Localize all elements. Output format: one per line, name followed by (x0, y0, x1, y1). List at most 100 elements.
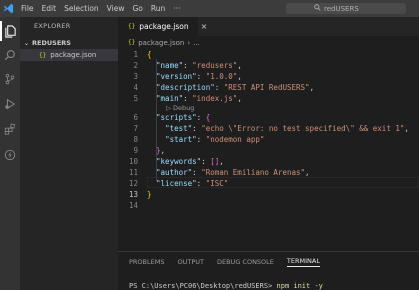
json-value: "nodemon app" (205, 135, 265, 144)
line-number: 3 (133, 72, 138, 81)
code-line: 7 "test": "echo \"Error: no test specifi… (118, 123, 419, 134)
close-icon[interactable]: × (201, 22, 208, 31)
json-file-icon: {} (128, 39, 136, 46)
json-value: "redusers" (192, 61, 238, 70)
tab-problems[interactable]: PROBLEMS (129, 258, 164, 266)
json-key: "name" (156, 61, 184, 70)
folder-label: REDUSERS (32, 39, 71, 47)
code-line: 11 "author": "Roman Emiliano Arenas", (118, 167, 419, 178)
menu-more[interactable]: ··· (169, 4, 184, 13)
editor-tabs: {} package.json × (118, 17, 419, 36)
json-key: "version" (156, 72, 197, 81)
terminal-line[interactable]: PS C:\Users\PC06\Desktop\redUSERS> npm i… (129, 282, 323, 290)
menu-view[interactable]: View (103, 4, 129, 13)
brace-open: { (147, 50, 152, 59)
menu-edit[interactable]: Edit (38, 4, 61, 13)
code-line: 4 "description": "REST API RedUSERS", (118, 82, 419, 93)
menu-go[interactable]: Go (128, 4, 146, 13)
line-number: 12 (128, 179, 138, 188)
file-label: package.json (50, 51, 97, 59)
code-line: 10 "keywords": [], (118, 156, 419, 167)
explorer-header: EXPLORER (34, 22, 71, 30)
code-editor[interactable]: 1 { 2 "name": "redusers", 3 "version": "… (118, 49, 419, 249)
explorer-icon[interactable] (0, 21, 17, 41)
breadcrumb: {} package.json › ... (118, 37, 200, 48)
file-package-json[interactable]: {} package.json (20, 49, 118, 61)
json-file-icon: {} (128, 23, 136, 30)
line-number: 10 (128, 157, 138, 166)
json-value: "1.0.0" (205, 72, 238, 81)
line-number: 2 (133, 61, 138, 70)
codelens-label: Debug (173, 104, 195, 112)
code-line: 9 }, (118, 145, 419, 156)
json-value: "ISC" (205, 179, 229, 188)
line-number: 8 (133, 135, 138, 144)
run-debug-icon[interactable] (3, 97, 17, 111)
activity-bar (0, 17, 20, 290)
line-number: 6 (133, 113, 138, 122)
json-key: "keywords" (156, 157, 202, 166)
menu-run[interactable]: Run (147, 4, 169, 13)
brace-close: } (147, 190, 152, 199)
code-line: 12 "license": "ISC" (118, 178, 419, 189)
search-text: redUSERS (324, 4, 359, 13)
extensions-icon[interactable] (3, 122, 17, 136)
tab-debug-console[interactable]: DEBUG CONSOLE (217, 258, 274, 266)
code-line: 2 "name": "redusers", (118, 60, 419, 71)
menu-selection[interactable]: Selection (60, 4, 103, 13)
code-line: 8 "start": "nodemon app" (118, 134, 419, 145)
bracket: [] (210, 157, 220, 166)
line-number: 1 (133, 50, 138, 59)
search-icon (314, 4, 321, 13)
explorer-sidebar: EXPLORER ⌄ REDUSERS {} package.json (20, 17, 118, 290)
search-icon[interactable] (3, 48, 17, 62)
line-number: 9 (133, 146, 138, 155)
tab-terminal[interactable]: TERMINAL (286, 257, 320, 267)
breadcrumb-file[interactable]: package.json (138, 39, 184, 47)
json-value: "index.js" (192, 94, 238, 103)
breadcrumb-separator: › (187, 38, 191, 47)
code-line: 14 (118, 200, 419, 211)
line-number: 4 (133, 83, 138, 92)
json-key: "main" (156, 94, 184, 103)
line-number: 5 (133, 94, 138, 103)
code-line: 3 "version": "1.0.0", (118, 71, 419, 82)
json-key: "test" (165, 124, 193, 133)
tab-output[interactable]: OUTPUT (177, 258, 204, 266)
line-number: 14 (128, 201, 138, 210)
tab-label: package.json (139, 22, 189, 31)
menu-file[interactable]: File (17, 4, 38, 13)
json-key: "license" (156, 179, 197, 188)
json-value: "echo \"Error: no test specified\" && ex… (201, 124, 405, 133)
bottom-panel: PROBLEMS OUTPUT DEBUG CONSOLE TERMINAL P… (118, 251, 419, 290)
json-value: "Roman Emiliano Arenas" (201, 168, 306, 177)
json-key: "scripts" (156, 113, 197, 122)
thunder-client-icon[interactable] (3, 148, 17, 162)
terminal-prompt: PS C:\Users\PC06\Desktop\redUSERS> (129, 282, 277, 290)
tab-package-json[interactable]: {} package.json × (118, 17, 207, 36)
command-center-search[interactable]: redUSERS (286, 3, 406, 14)
panel-tabs: PROBLEMS OUTPUT DEBUG CONSOLE TERMINAL (118, 252, 419, 272)
terminal-command: npm init -y (276, 282, 323, 290)
vscode-logo-icon (0, 0, 17, 17)
code-line: 13 } (118, 189, 419, 200)
debug-play-icon: ▷ (166, 104, 171, 112)
menu-bar: File Edit Selection View Go Run ··· (17, 4, 184, 13)
json-value: "REST API RedUSERS" (223, 83, 310, 92)
json-key: "start" (165, 135, 197, 144)
title-bar: File Edit Selection View Go Run ··· redU… (0, 0, 419, 17)
breadcrumb-node[interactable]: ... (193, 39, 200, 47)
code-line: 6 "scripts": { (118, 112, 419, 123)
chevron-down-icon: ⌄ (24, 39, 30, 47)
json-key: "description" (156, 83, 215, 92)
code-line: 5 "main": "index.js", (118, 93, 419, 104)
debug-codelens[interactable]: ▷ Debug (166, 104, 194, 112)
line-number: 11 (128, 168, 138, 177)
code-line: 1 { (118, 49, 419, 60)
line-number: 7 (133, 124, 138, 133)
json-key: "author" (156, 168, 193, 177)
source-control-icon[interactable] (3, 72, 17, 86)
line-number: 13 (128, 190, 138, 199)
folder-redusers[interactable]: ⌄ REDUSERS (20, 37, 118, 49)
json-file-icon: {} (39, 51, 47, 59)
